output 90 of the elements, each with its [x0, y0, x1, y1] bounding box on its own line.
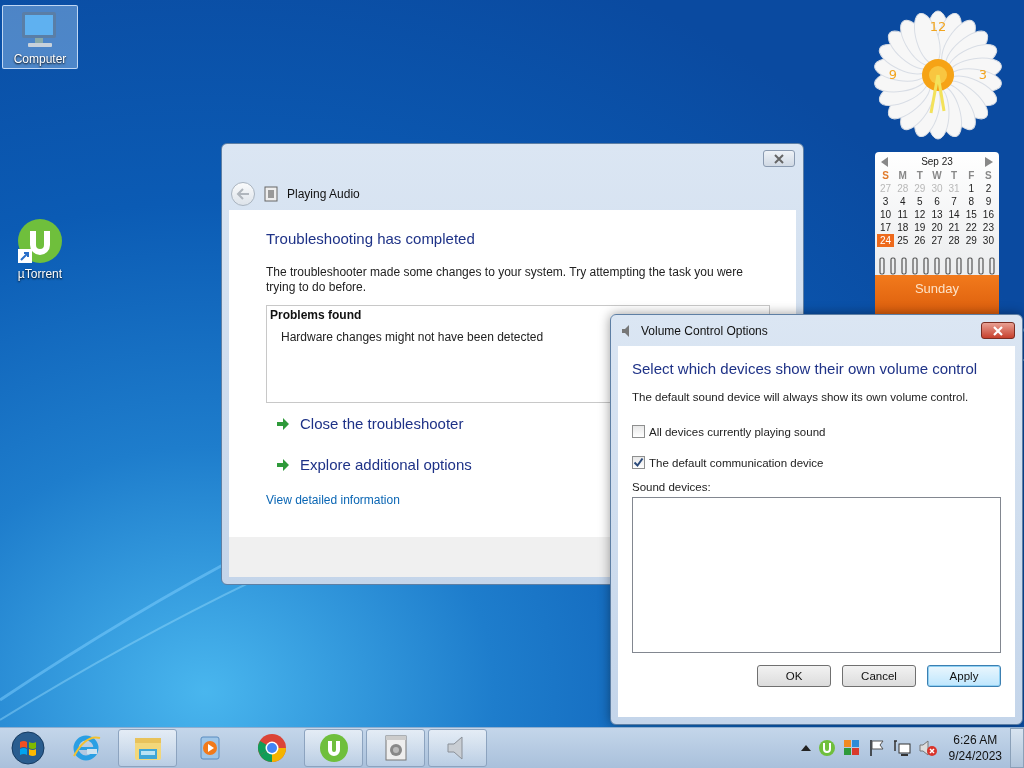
- calendar-day[interactable]: 11: [894, 208, 912, 221]
- calendar-day[interactable]: 16: [979, 208, 997, 221]
- flag-icon[interactable]: [867, 739, 886, 757]
- colored-squares-icon[interactable]: [842, 739, 861, 757]
- back-arrow-icon: [236, 188, 250, 200]
- checkbox[interactable]: [632, 456, 645, 469]
- muted-speaker-icon[interactable]: [917, 739, 938, 757]
- calendar-day[interactable]: 15: [962, 208, 980, 221]
- description: The default sound device will always show its own volume control.: [632, 391, 970, 403]
- time: 6:26 AM: [953, 732, 998, 748]
- taskbar-button[interactable]: [366, 729, 425, 767]
- weekday-label: T: [915, 169, 924, 182]
- weekday-label: W: [931, 169, 943, 182]
- action-link[interactable]: Explore additional options: [276, 456, 472, 473]
- dialog-button[interactable]: Apply: [927, 665, 1001, 687]
- calendar-day[interactable]: 25: [894, 234, 912, 247]
- torrent-icon: [16, 217, 64, 265]
- details-link[interactable]: View detailed information: [266, 493, 400, 507]
- calendar-day[interactable]: 10: [877, 208, 895, 221]
- date: 9/24/2023: [948, 748, 1002, 764]
- calendar-day[interactable]: 8: [962, 195, 980, 208]
- next-icon[interactable]: [985, 156, 993, 167]
- desktop-icon[interactable]: µTorrent: [2, 212, 78, 284]
- dialog-title: Volume Control Options: [641, 323, 769, 338]
- previous-icon[interactable]: [881, 156, 889, 167]
- calendar-day[interactable]: 7: [945, 195, 963, 208]
- heading: Troubleshooting has completed: [266, 230, 476, 247]
- show-hidden-icons-icon[interactable]: [800, 744, 811, 752]
- calendar-day[interactable]: 1: [962, 182, 980, 195]
- list-label: Sound devices:: [632, 481, 712, 493]
- checkbox-label[interactable]: The default communication device: [649, 456, 824, 469]
- window-title: Playing Audio: [287, 187, 360, 201]
- calendar-day[interactable]: 3: [877, 195, 895, 208]
- calendar-day[interactable]: 30: [979, 234, 997, 247]
- calendar-month: Sep 23: [921, 156, 953, 167]
- weekday-label: T: [950, 169, 959, 182]
- arrow-icon: [276, 416, 290, 431]
- calendar-day[interactable]: 20: [928, 221, 946, 234]
- calendar-day[interactable]: 12: [911, 208, 929, 221]
- speaker-document-icon: [263, 186, 279, 202]
- problem-item: Hardware changes might not have been detected: [280, 329, 545, 346]
- calendar-day[interactable]: 6: [928, 195, 946, 208]
- weekday-label: F: [967, 169, 976, 182]
- close-icon: [992, 325, 1004, 336]
- taskbar-button[interactable]: [428, 729, 487, 767]
- taskbar-button[interactable]: [304, 729, 363, 767]
- heading: Select which devices show their own volume control: [632, 360, 979, 377]
- checkbox[interactable]: [632, 425, 645, 438]
- calendar-day[interactable]: 21: [945, 221, 963, 234]
- network-icon[interactable]: [892, 739, 911, 757]
- clock-numeral: 9: [888, 67, 898, 82]
- taskbar-button[interactable]: [118, 729, 177, 767]
- calendar-day[interactable]: 13: [928, 208, 946, 221]
- calendar-day[interactable]: 22: [962, 221, 980, 234]
- problems-header: Problems found: [269, 307, 363, 324]
- arrow-icon: [276, 457, 290, 472]
- dialog-button[interactable]: Cancel: [842, 665, 916, 687]
- close-icon: [773, 153, 785, 164]
- torrent-icon[interactable]: [817, 739, 836, 757]
- close-button[interactable]: [763, 150, 795, 167]
- calendar-day[interactable]: 19: [911, 221, 929, 234]
- calendar-day[interactable]: 27: [928, 234, 946, 247]
- close-button[interactable]: [981, 322, 1015, 339]
- back-button[interactable]: [231, 182, 255, 206]
- calendar-day[interactable]: 4: [894, 195, 912, 208]
- clock-numeral: 12: [929, 19, 947, 34]
- action-link[interactable]: Close the troubleshooter: [276, 415, 464, 432]
- desktop-icon[interactable]: Computer: [2, 5, 78, 69]
- weekday-label: M: [897, 169, 908, 182]
- calendar-day[interactable]: 26: [911, 234, 929, 247]
- browser-icon: [255, 732, 288, 764]
- calendar-day[interactable]: 23: [979, 221, 997, 234]
- clock-button[interactable]: 6:26 AM 9/24/2023: [948, 732, 1002, 764]
- calendar-day[interactable]: 9: [979, 195, 997, 208]
- checkbox-label[interactable]: All devices currently playing sound: [649, 425, 826, 438]
- calendar-day[interactable]: 2: [979, 182, 997, 195]
- dialog-button[interactable]: OK: [757, 665, 831, 687]
- day-name: Sunday: [914, 281, 960, 298]
- torrent-icon: [317, 732, 350, 764]
- weekday-label: S: [984, 169, 993, 182]
- weekday-label: S: [881, 169, 890, 182]
- calendar-day[interactable]: 14: [945, 208, 963, 221]
- calendar-day[interactable]: 29: [962, 234, 980, 247]
- clock-numeral: 3: [978, 67, 988, 82]
- calendar-day[interactable]: 17: [877, 221, 895, 234]
- calendar-day[interactable]: 5: [911, 195, 929, 208]
- calendar-day[interactable]: 28: [945, 234, 963, 247]
- show-desktop-button[interactable]: [1010, 728, 1024, 768]
- calendar-day[interactable]: 18: [894, 221, 912, 234]
- description: The troubleshooter made some changes to your system. Try attempting the task you were trying to do before.: [266, 265, 744, 295]
